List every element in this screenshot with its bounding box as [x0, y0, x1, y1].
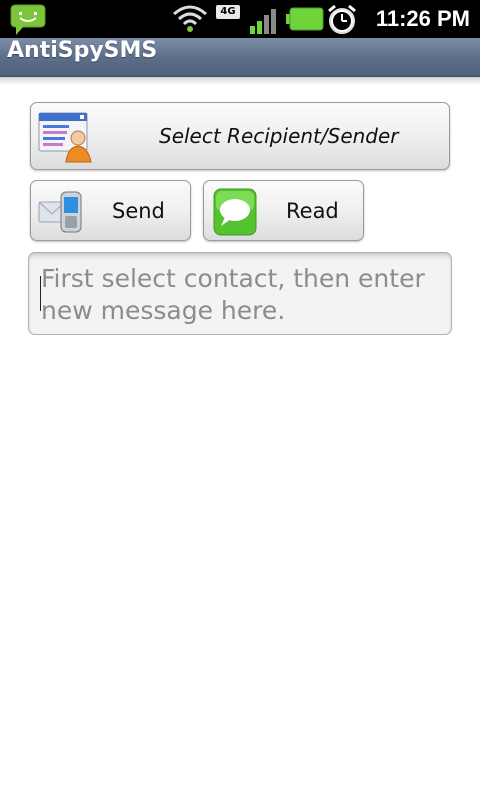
wifi-icon [173, 5, 207, 32]
select-recipient-button[interactable]: Select Recipient/Sender [30, 102, 450, 170]
send-button[interactable]: Send [30, 180, 191, 241]
app-title-bar: AntiSpySMS [0, 38, 480, 77]
clock-time: 11:26 PM [375, 6, 470, 31]
read-message-icon [213, 188, 257, 236]
network-4g-icon: 4G [216, 5, 240, 19]
battery-icon [286, 7, 324, 31]
sms-notification-icon [10, 4, 46, 35]
alarm-clock-icon [328, 4, 356, 34]
read-button[interactable]: Read [203, 180, 364, 241]
app-title: AntiSpySMS [7, 38, 158, 63]
status-bar: 4G 11:26 PM [0, 0, 480, 38]
message-input[interactable] [28, 252, 452, 335]
text-cursor [40, 276, 41, 311]
signal-icon [250, 9, 276, 34]
read-label: Read [286, 198, 339, 223]
send-label: Send [112, 198, 165, 223]
contact-card-icon [38, 112, 92, 163]
select-recipient-label: Select Recipient/Sender [159, 124, 399, 148]
send-phone-icon [38, 191, 82, 233]
title-bar-shadow [0, 77, 480, 85]
